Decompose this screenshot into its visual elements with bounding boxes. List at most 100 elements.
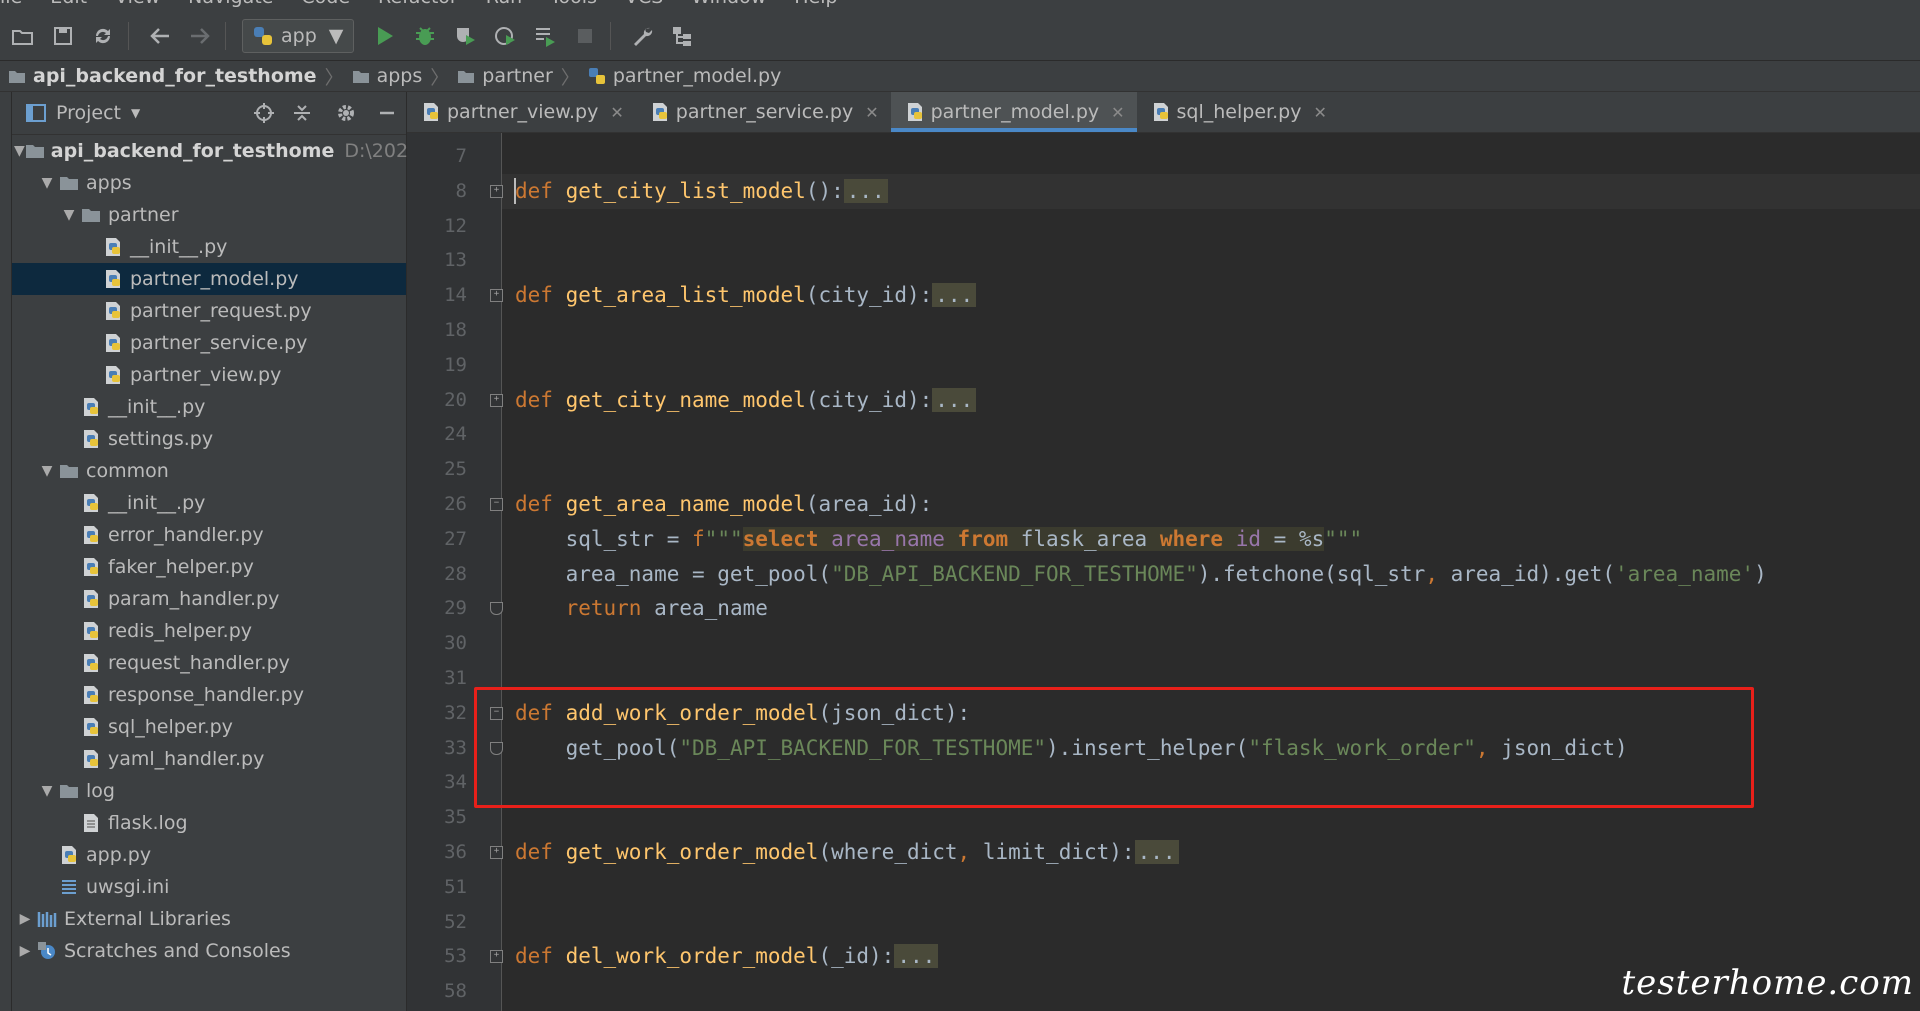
chevron-down-icon[interactable]: ▼ — [14, 143, 25, 159]
open-folder-icon[interactable] — [6, 19, 40, 53]
breadcrumb-partner[interactable]: partner — [449, 65, 561, 87]
coverage-icon[interactable] — [448, 19, 482, 53]
tree-item-label: param_handler.py — [108, 588, 280, 610]
fold-marker-icon[interactable]: + — [490, 846, 503, 859]
tree-item[interactable]: app.py — [12, 839, 406, 871]
breadcrumb-project[interactable]: api_backend_for_testhome — [0, 65, 325, 87]
tree-item[interactable]: request_handler.py — [12, 647, 406, 679]
code-line: 8 + def get_city_list_model():... — [456, 173, 1920, 209]
menu-item[interactable]: Run — [486, 0, 522, 8]
chevron-right-icon: 〉 — [324, 66, 344, 89]
python-icon — [253, 26, 273, 46]
close-icon[interactable]: ✕ — [610, 103, 623, 122]
fold-marker-icon[interactable]: + — [490, 950, 503, 964]
menu-item[interactable]: Refactor — [378, 0, 458, 8]
line-number: 12 — [444, 214, 467, 237]
back-icon[interactable] — [143, 19, 177, 53]
collapse-all-icon[interactable] — [292, 103, 312, 123]
profile-icon[interactable] — [488, 19, 522, 53]
gear-icon[interactable] — [336, 103, 356, 123]
tree-item-label: External Libraries — [64, 908, 231, 930]
fold-marker-icon[interactable]: − — [490, 498, 503, 511]
tree-item[interactable]: sql_helper.py — [12, 711, 406, 743]
chevron-right-icon[interactable]: ▶ — [14, 943, 36, 959]
save-icon[interactable] — [46, 19, 80, 53]
fold-marker-icon[interactable]: + — [490, 393, 503, 407]
sync-icon[interactable] — [86, 19, 120, 53]
tree-item[interactable]: ▼ api_backend_for_testhome D:\2024\ — [12, 135, 427, 167]
structure-icon[interactable] — [665, 19, 699, 53]
locate-icon[interactable] — [254, 103, 274, 123]
stop-icon[interactable] — [568, 19, 602, 53]
menu-item[interactable]: VCS — [625, 0, 663, 8]
tree-item[interactable]: ▼ log — [12, 775, 406, 807]
fold-marker-icon[interactable]: + — [490, 289, 503, 303]
close-icon[interactable]: ✕ — [1313, 103, 1326, 122]
forward-icon[interactable] — [183, 19, 217, 53]
chevron-down-icon[interactable]: ▼ — [131, 106, 140, 120]
menu-item[interactable]: Window — [691, 0, 766, 8]
tree-item[interactable]: error_handler.py — [12, 519, 406, 551]
editor-tab-label: partner_view.py — [447, 101, 599, 123]
tree-item[interactable]: response_handler.py — [12, 679, 406, 711]
menu-item[interactable]: View — [115, 0, 160, 8]
line-number: 51 — [444, 875, 467, 898]
editor-tab[interactable]: partner_service.py ✕ — [636, 92, 891, 132]
run-concurrency-icon[interactable] — [528, 19, 562, 53]
project-view-select[interactable]: Project — [56, 102, 121, 124]
tree-item[interactable]: ▼ common — [12, 455, 406, 487]
close-icon[interactable]: ✕ — [865, 103, 878, 122]
minimize-icon[interactable] — [378, 104, 396, 122]
menu-item[interactable]: ile — [0, 0, 22, 8]
code-editor[interactable]: 7 8 + def get_city_list_model():... 12 13 14 + d… — [444, 133, 1920, 1011]
tree-item[interactable]: __init__.py — [12, 487, 406, 519]
code-line: 28 area_name = get_pool("DB_API_BACKEND_… — [444, 557, 1920, 592]
chevron-down-icon[interactable]: ▼ — [36, 783, 58, 799]
chevron-down-icon[interactable]: ▼ — [36, 175, 58, 191]
folder-icon — [58, 460, 80, 482]
tree-item[interactable]: partner_service.py — [12, 327, 406, 359]
menu-item[interactable]: Navigate — [188, 0, 273, 8]
breadcrumb-apps[interactable]: apps — [344, 65, 431, 87]
tree-item[interactable]: partner_request.py — [12, 295, 406, 327]
tree-item[interactable]: partner_view.py — [12, 359, 406, 391]
tree-item-label: flask.log — [108, 812, 188, 834]
tree-item[interactable]: flask.log — [12, 807, 406, 839]
tree-item[interactable]: ▼ partner — [12, 199, 406, 231]
chevron-right-icon[interactable]: ▶ — [14, 911, 36, 927]
tree-item[interactable]: ▶ External Libraries — [12, 903, 406, 935]
run-configuration-select[interactable]: app ▼ — [242, 19, 355, 53]
tree-item[interactable]: partner_model.py — [12, 263, 406, 295]
menu-item[interactable]: Code — [301, 0, 350, 8]
breadcrumb-file[interactable]: partner_model.py — [580, 65, 790, 87]
tree-item[interactable]: ▶ Scratches and Consoles — [12, 935, 406, 967]
menu-item[interactable]: Edit — [50, 0, 87, 8]
line-number: 8 — [455, 179, 467, 202]
code-line: 26 − def get_area_name_model(area_id): — [444, 487, 1920, 522]
run-icon[interactable] — [368, 19, 402, 53]
debug-icon[interactable] — [408, 19, 442, 53]
tree-item[interactable]: faker_helper.py — [12, 551, 406, 583]
tree-item[interactable]: uwsgi.ini — [12, 871, 406, 903]
fold-marker-icon[interactable]: + — [490, 184, 503, 198]
tree-item[interactable]: ▼ apps — [12, 167, 406, 199]
tree-item[interactable]: __init__.py — [12, 231, 406, 263]
toolbar-separator — [128, 22, 129, 50]
tree-item[interactable]: param_handler.py — [12, 583, 406, 615]
chevron-down-icon[interactable]: ▼ — [36, 463, 58, 479]
editor-tab[interactable]: partner_model.py ✕ — [890, 92, 1137, 132]
tree-item[interactable]: settings.py — [12, 423, 406, 455]
tree-item[interactable]: yaml_handler.py — [12, 743, 406, 775]
chevron-down-icon[interactable]: ▼ — [58, 207, 80, 223]
editor-tab[interactable]: sql_helper.py ✕ — [1137, 92, 1339, 132]
fold-marker-icon[interactable] — [490, 602, 503, 616]
menu-item[interactable]: Help — [794, 0, 837, 8]
tree-item[interactable]: redis_helper.py — [12, 615, 406, 647]
close-icon[interactable]: ✕ — [1111, 103, 1124, 122]
main-toolbar: app ▼ — [0, 12, 1920, 61]
editor-tab[interactable]: partner_view.py ✕ — [407, 92, 636, 132]
menu-item[interactable]: Tools — [550, 0, 597, 8]
tree-item[interactable]: __init__.py — [12, 391, 406, 423]
tree-item-label: __init__.py — [108, 396, 206, 418]
wrench-icon[interactable] — [625, 19, 659, 53]
